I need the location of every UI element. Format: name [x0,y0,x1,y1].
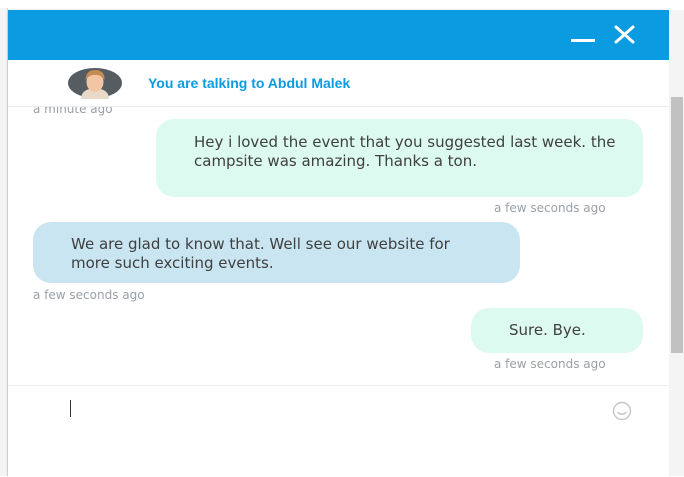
scrollbar-thumb[interactable] [671,97,683,353]
message-timestamp: a minute ago [33,106,113,116]
left-edge [0,8,8,476]
message-bubble-agent: We are glad to know that. Well see our w… [33,222,520,283]
agent-bar: You are talking to Abdul Malek [8,60,669,107]
message-timestamp: a few seconds ago [33,288,145,302]
message-bubble-user: Hey i loved the event that you suggested… [156,119,643,197]
agent-title: You are talking to Abdul Malek [148,75,351,91]
chat-header [8,10,669,60]
message-timestamp: a few seconds ago [494,357,606,371]
message-list: a minute ago Hey i loved the event that … [8,106,669,385]
smiley-icon[interactable] [612,401,632,421]
message-bubble-user: Sure. Bye. [471,308,643,353]
text-caret [70,400,71,417]
message-timestamp: a few seconds ago [494,201,606,215]
avatar [67,67,123,99]
close-icon[interactable] [612,22,638,48]
top-strip [0,0,684,8]
chat-widget: You are talking to Abdul Malek a minute … [8,10,669,477]
message-composer[interactable] [8,385,669,477]
minimize-icon[interactable] [571,39,595,42]
